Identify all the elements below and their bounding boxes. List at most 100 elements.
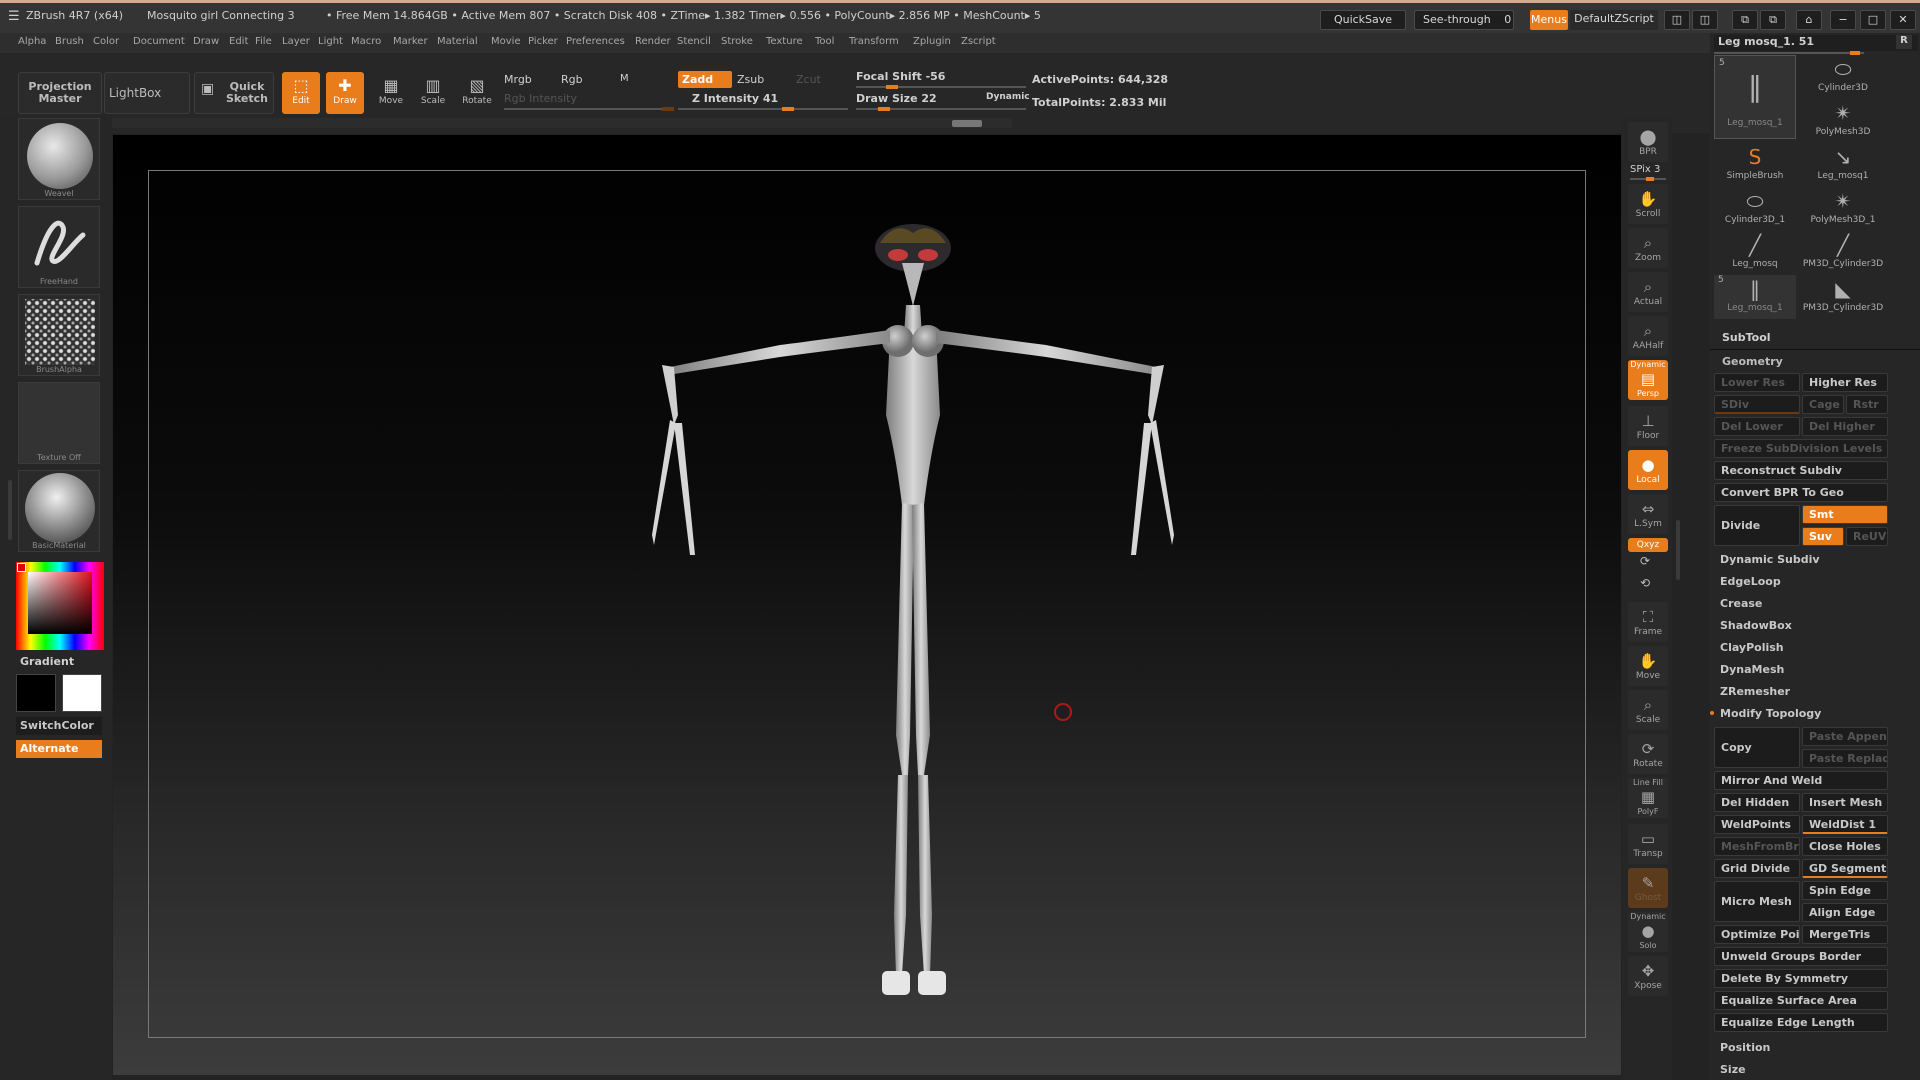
menu-item[interactable]: File [255, 36, 272, 47]
ui-2-icon[interactable]: ⧉ [1760, 10, 1786, 30]
micro-mesh-button[interactable]: Micro Mesh [1714, 881, 1800, 922]
menu-item[interactable]: Macro [351, 36, 381, 47]
dynamic-toggle[interactable]: Dynamic [986, 92, 1030, 102]
menu-item[interactable]: Marker [393, 36, 428, 47]
tool-thumb[interactable]: S SimpleBrush [1714, 143, 1796, 187]
optimize-points-button[interactable]: Optimize Points [1714, 925, 1800, 944]
spin-edge-button[interactable]: Spin Edge [1802, 881, 1888, 900]
layout-2-icon[interactable]: ◫ [1692, 10, 1718, 30]
tool-thumb[interactable]: ⬭ Cylinder3D [1802, 55, 1884, 99]
menu-item[interactable]: Edit [229, 36, 248, 47]
tool-thumb[interactable]: ✴ PolyMesh3D [1802, 99, 1884, 143]
bpr-button[interactable]: ⬤ BPR [1628, 122, 1668, 162]
view-move-button[interactable]: ✋ Move [1628, 646, 1668, 686]
tool-thumb[interactable]: ✴ PolyMesh3D_1 [1802, 187, 1884, 231]
reuv-button[interactable]: ReUV [1846, 527, 1888, 546]
xpose-button[interactable]: ✥ Xpose [1628, 956, 1668, 996]
close-holes-button[interactable]: Close Holes [1802, 837, 1888, 856]
weldpoints-button[interactable]: WeldPoints [1714, 815, 1800, 834]
edit-button[interactable]: ⬚ Edit [282, 72, 320, 114]
equalize-edge-button[interactable]: Equalize Edge Length [1714, 1013, 1888, 1032]
actual-button[interactable]: ⌕ Actual [1628, 272, 1668, 312]
menu-item[interactable]: Render [635, 36, 671, 47]
menu-item[interactable]: Transform [849, 36, 899, 47]
align-edge-button[interactable]: Align Edge [1802, 903, 1888, 922]
dynamesh-section[interactable]: DynaMesh [1714, 661, 1888, 680]
texture-picker[interactable]: Texture Off [18, 382, 100, 464]
insert-mesh-button[interactable]: Insert Mesh [1802, 793, 1888, 812]
local-button[interactable]: ● Local [1628, 450, 1668, 490]
transp-button[interactable]: ▭ Transp [1628, 824, 1668, 864]
draw-button[interactable]: ✚ Draw [326, 72, 364, 114]
freeze-subdiv-button[interactable]: Freeze SubDivision Levels [1714, 439, 1888, 458]
see-through-slider[interactable]: See-through 0 [1414, 10, 1514, 30]
menu-item[interactable]: Preferences [566, 36, 625, 47]
menu-item[interactable]: Picker [528, 36, 558, 47]
paste-replace-button[interactable]: Paste Replace [1802, 749, 1888, 768]
material-picker[interactable]: BasicMaterial [18, 470, 100, 552]
switchcolor-button[interactable]: SwitchColor [16, 717, 102, 735]
position-section[interactable]: Position [1714, 1039, 1888, 1058]
menu-item[interactable]: Zplugin [913, 36, 951, 47]
copy-button[interactable]: Copy [1714, 727, 1800, 768]
menu-item[interactable]: Layer [282, 36, 310, 47]
zremesher-section[interactable]: ZRemesher [1714, 683, 1888, 702]
lsym-button[interactable]: ⇔ L.Sym [1628, 494, 1668, 534]
equalize-area-button[interactable]: Equalize Surface Area [1714, 991, 1888, 1010]
rstr-button[interactable]: Rstr [1846, 395, 1888, 414]
rotate-z-icon[interactable]: ⟲ [1640, 576, 1650, 590]
floor-button[interactable]: ⊥ Floor [1628, 406, 1668, 446]
shelf-handle[interactable] [952, 120, 982, 127]
rotate-y-icon[interactable]: ⟳ [1640, 554, 1650, 568]
mergetris-button[interactable]: MergeTris [1802, 925, 1888, 944]
mirror-weld-button[interactable]: Mirror And Weld [1714, 771, 1888, 790]
quick-sketch-button[interactable]: ▣ Quick Sketch [194, 72, 274, 114]
solo-button[interactable]: Dynamic ● Solo [1628, 912, 1668, 952]
smt-toggle[interactable]: Smt [1802, 505, 1888, 524]
menu-item[interactable]: Draw [193, 36, 219, 47]
main-color-swatch[interactable] [62, 674, 102, 712]
default-zscript-button[interactable]: DefaultZScript [1570, 10, 1658, 30]
scroll-button[interactable]: ✋ Scroll [1628, 184, 1668, 224]
close-icon[interactable]: ✕ [1890, 10, 1916, 30]
delete-symmetry-button[interactable]: Delete By Symmetry [1714, 969, 1888, 988]
zadd-button[interactable]: Zadd [678, 71, 732, 88]
projection-master-button[interactable]: Projection Master [18, 72, 102, 114]
rotate-button[interactable]: ▧ Rotate [458, 72, 496, 114]
lock-icon[interactable]: ⌂ [1796, 10, 1822, 30]
zcut-button[interactable]: Zcut [796, 73, 821, 86]
m-button[interactable]: M [620, 73, 629, 84]
convert-bpr-button[interactable]: Convert BPR To Geo [1714, 483, 1888, 502]
ui-icon[interactable]: ⧉ [1732, 10, 1758, 30]
draw-size-slider[interactable]: Draw Size 22 [856, 92, 937, 105]
tool-thumb[interactable]: ↘ Leg_mosq1 [1802, 143, 1884, 187]
reconstruct-subdiv-button[interactable]: Reconstruct Subdiv [1714, 461, 1888, 480]
dynamic-subdiv-section[interactable]: Dynamic Subdiv [1714, 551, 1888, 570]
tool-thumb[interactable]: 5 ‖ Leg_mosq_1 [1714, 55, 1796, 139]
gd-segments-slider[interactable]: GD Segments [1802, 859, 1888, 878]
view-rotate-button[interactable]: ⟳ Rotate [1628, 734, 1668, 774]
menus-button[interactable]: Menus [1530, 10, 1568, 30]
view-scale-button[interactable]: ⌕ Scale [1628, 690, 1668, 730]
spix-slider[interactable]: SPix 3 [1630, 164, 1660, 175]
higher-res-button[interactable]: Higher Res [1802, 373, 1888, 392]
spix-track[interactable] [1630, 177, 1666, 181]
tool-thumb[interactable]: ⬭ Cylinder3D_1 [1714, 187, 1796, 231]
size-section[interactable]: Size [1714, 1061, 1888, 1080]
welddist-slider[interactable]: WeldDist 1 [1802, 815, 1888, 834]
menu-item[interactable]: Stencil [677, 36, 711, 47]
del-hidden-button[interactable]: Del Hidden [1714, 793, 1800, 812]
rgb-intensity-track[interactable] [504, 107, 674, 111]
frame-button[interactable]: ⛶ Frame [1628, 602, 1668, 642]
tool-thumb[interactable]: ╱ PM3D_Cylinder3D [1802, 231, 1884, 275]
lightbox-button[interactable]: LightBox [104, 72, 190, 114]
z-intensity-track[interactable] [678, 107, 848, 111]
tool-thumb[interactable]: ◣ PM3D_Cylinder3D [1802, 275, 1884, 319]
menu-item[interactable]: Light [318, 36, 343, 47]
quicksave-button[interactable]: QuickSave [1320, 10, 1406, 30]
tool-thumb[interactable]: ╱ Leg_mosq [1714, 231, 1796, 275]
z-intensity-slider[interactable]: Z Intensity 41 [692, 92, 778, 105]
tool-name-slider[interactable]: Leg mosq_1. 51 R [1714, 35, 1918, 55]
menu-item[interactable]: Brush [55, 36, 84, 47]
menu-item[interactable]: Movie [491, 36, 521, 47]
